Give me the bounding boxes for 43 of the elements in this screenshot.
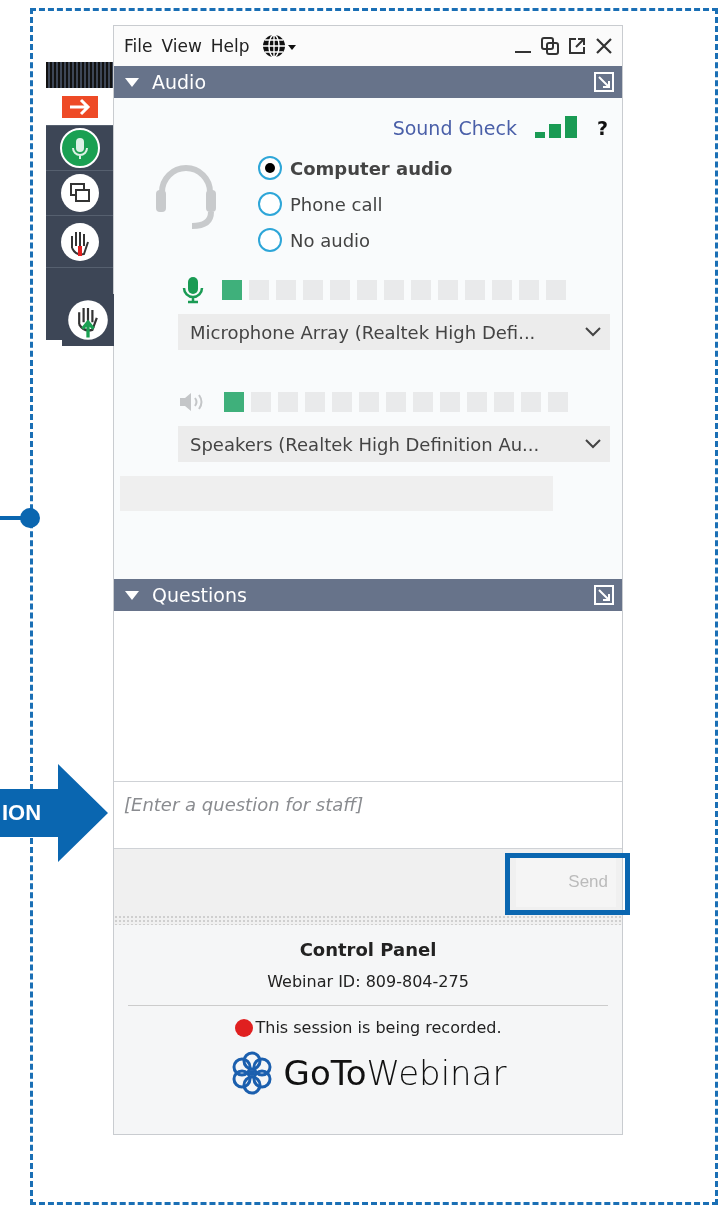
webinar-id: Webinar ID: 809-804-275 bbox=[267, 972, 469, 991]
panel-title: Control Panel bbox=[299, 939, 437, 960]
radio-button[interactable] bbox=[258, 228, 282, 252]
menu-item[interactable]: Help bbox=[210, 36, 250, 56]
section-header[interactable]: Audio bbox=[114, 66, 622, 98]
question-input-field[interactable]: [Enter a question for staff] bbox=[114, 781, 622, 849]
section-title: Audio bbox=[152, 71, 206, 93]
windows-icon bbox=[59, 173, 100, 213]
undock-icon[interactable] bbox=[594, 72, 614, 92]
chevron-down-icon bbox=[584, 438, 602, 450]
radio-label: Computer audio bbox=[290, 157, 453, 179]
pop-out-icon[interactable] bbox=[567, 36, 587, 56]
hand-icon bbox=[59, 221, 100, 262]
undock-icon[interactable] bbox=[594, 585, 614, 605]
leader-line bbox=[0, 506, 42, 530]
signal-bars-icon bbox=[534, 116, 579, 140]
recording-dot-icon bbox=[234, 1018, 253, 1037]
menu-item[interactable]: View bbox=[161, 36, 202, 56]
section-header[interactable]: Questions bbox=[114, 579, 622, 611]
microphone-icon bbox=[59, 128, 100, 168]
section-title: Questions bbox=[152, 584, 247, 606]
globe-icon[interactable] bbox=[260, 33, 297, 59]
resize-grip[interactable] bbox=[114, 915, 622, 925]
radio-button[interactable] bbox=[258, 156, 282, 180]
callout-label: ION bbox=[2, 800, 42, 826]
radio-button[interactable] bbox=[258, 192, 282, 216]
microphone-dropdown[interactable]: Microphone Array (Realtek High Defi... bbox=[178, 314, 610, 350]
microphone-icon bbox=[180, 276, 206, 304]
radio-label: Phone call bbox=[290, 193, 383, 215]
radio-label: No audio bbox=[290, 229, 371, 251]
help-button[interactable]: ? bbox=[596, 117, 608, 139]
grip-handle[interactable] bbox=[46, 62, 113, 88]
screen-share-button[interactable] bbox=[46, 171, 113, 216]
product-logo: GoToWebinar bbox=[283, 1053, 507, 1093]
collapse-button[interactable] bbox=[46, 88, 113, 126]
menu-item[interactable]: File bbox=[124, 36, 153, 56]
sound-check-link[interactable]: Sound Check bbox=[392, 117, 517, 139]
close-icon[interactable] bbox=[594, 36, 614, 56]
speaker-dropdown[interactable]: Speakers (Realtek High Definition Au... bbox=[178, 426, 610, 462]
chevron-down-icon bbox=[584, 326, 602, 338]
microphone-button[interactable] bbox=[46, 126, 113, 171]
recording-notice: This session is being recorded. bbox=[255, 1018, 502, 1037]
restore-icon[interactable] bbox=[540, 36, 560, 56]
